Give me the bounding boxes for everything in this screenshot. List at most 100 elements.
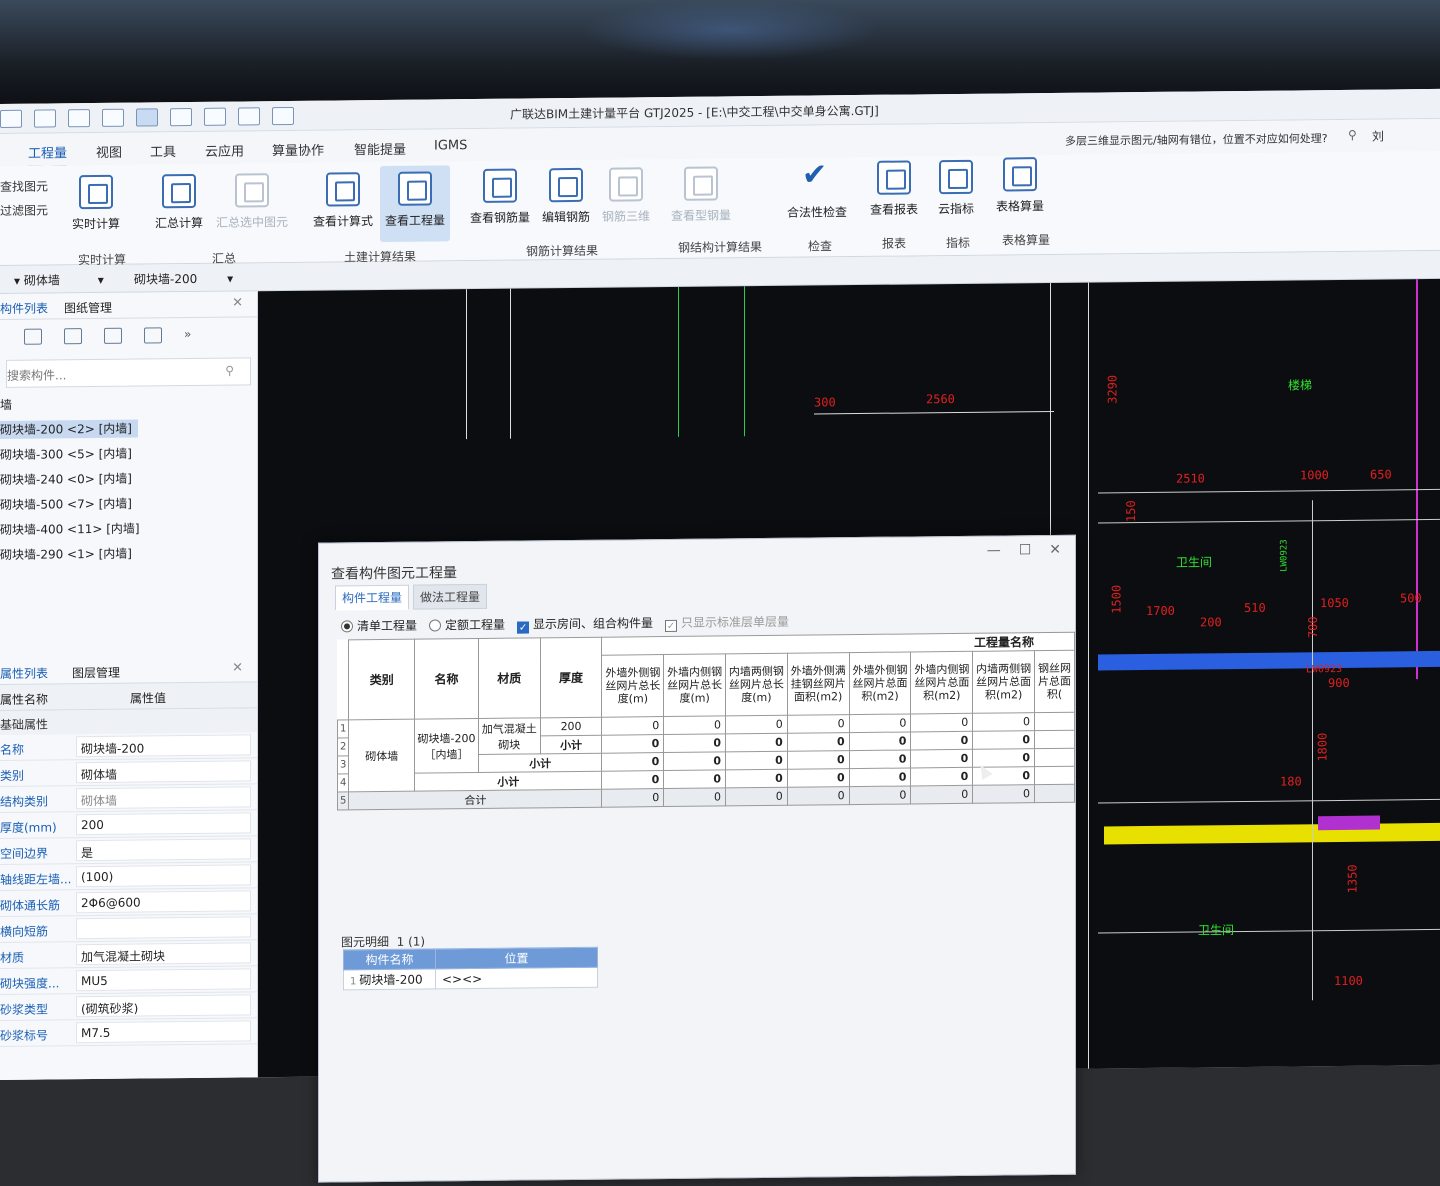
menu-smart[interactable]: 智能提量 xyxy=(354,139,406,159)
tab-drawings[interactable]: 图纸管理 xyxy=(64,299,112,317)
property-header: 属性名称 属性值 xyxy=(0,682,257,711)
help-question[interactable]: 多层三维显示图元/轴网有错位，位置不对应如何处理? xyxy=(1065,130,1328,149)
left-panel: 构件列表 图纸管理 ✕ » 搜索构件... ⚲ 墙 砌块墙-200 <2> [内墙… xyxy=(0,291,258,1081)
dim-label: 180 xyxy=(1280,774,1302,789)
undo-icon[interactable] xyxy=(0,109,22,128)
property-value[interactable]: 2Φ6@600 xyxy=(76,890,251,914)
sum-calc-button[interactable]: 汇总计算 xyxy=(148,173,210,232)
menu-cloud[interactable]: 云应用 xyxy=(205,140,244,159)
user-name[interactable]: 刘 xyxy=(1372,128,1384,145)
list-item[interactable]: 砌块墙-290 <1> [内墙] xyxy=(0,539,257,567)
tree-group[interactable]: 墙 xyxy=(0,389,257,417)
component-icon[interactable] xyxy=(170,107,192,127)
radio-quota-qty[interactable]: 定额工程量 xyxy=(429,616,505,635)
rebar-qty-icon xyxy=(483,168,517,203)
select-icon[interactable] xyxy=(68,109,90,128)
list-item[interactable]: 砌块墙-200 <2> [内墙] xyxy=(0,414,257,442)
property-row: 材质 加气混凝土砌块 xyxy=(0,940,257,969)
more-icon[interactable]: » xyxy=(184,327,191,354)
dim-label: 1700 xyxy=(1146,603,1175,618)
minimize-icon[interactable]: — xyxy=(987,543,1001,559)
table-row[interactable]: 1 砌块墙-200 <><> xyxy=(343,967,598,990)
table-calc-button[interactable]: 表格算量 xyxy=(992,157,1048,215)
legality-check-button[interactable]: 合法性检查 xyxy=(784,163,850,221)
dim-label: 150 xyxy=(1123,500,1138,523)
rebar-icon[interactable] xyxy=(238,107,260,126)
layer-icon[interactable] xyxy=(102,108,124,127)
dim-label: 1050 xyxy=(1320,595,1349,611)
tab-layers[interactable]: 图层管理 xyxy=(72,664,120,682)
view-report-button[interactable]: 查看报表 xyxy=(866,160,922,218)
radio-list-qty[interactable]: 清单工程量 xyxy=(341,617,417,636)
col-qty: 内墙两侧钢丝网片总面积(m2) xyxy=(972,650,1035,714)
property-value[interactable]: M7.5 xyxy=(76,1020,251,1044)
property-row: 结构类别 砌体墙 xyxy=(0,784,257,813)
grid-icon[interactable] xyxy=(136,108,158,127)
view-steel-button[interactable]: 查看型钢量 xyxy=(668,166,734,224)
close-icon[interactable]: ✕ xyxy=(1049,542,1061,558)
export-icon[interactable] xyxy=(272,106,294,126)
maximize-icon[interactable]: ☐ xyxy=(1019,542,1032,558)
duplicate-icon[interactable] xyxy=(104,327,122,344)
view-rebar-button[interactable]: 查看钢筋量 xyxy=(466,168,534,226)
cloud-index-button[interactable]: 云指标 xyxy=(934,159,978,217)
col-category: 类别 xyxy=(348,639,415,720)
realtime-calc-button[interactable]: 实时计算 xyxy=(66,174,126,233)
copy-icon[interactable] xyxy=(24,328,42,345)
col-qty: 外墙内侧钢丝网片总面积(m2) xyxy=(910,651,973,714)
redo-icon[interactable] xyxy=(34,109,56,128)
property-value[interactable]: 砌体墙 xyxy=(76,760,251,784)
component-select[interactable]: 砌块墙-200 ▾ xyxy=(134,270,233,288)
checkbox-show-room[interactable]: ✓ 显示房间、组合构件量 xyxy=(517,614,653,634)
tab-component-list[interactable]: 构件列表 xyxy=(0,299,48,317)
menu-quantity[interactable]: 工程量 xyxy=(28,142,68,168)
view-formula-button[interactable]: 查看计算式 xyxy=(308,172,378,230)
view-quantity-button[interactable]: 查看工程量 xyxy=(380,165,450,243)
property-value[interactable]: 加气混凝土砌块 xyxy=(76,942,251,966)
property-row: 厚度(mm) 200 xyxy=(0,810,257,839)
property-value[interactable]: 砌块墙-200 xyxy=(76,734,251,758)
list-item[interactable]: 砌块墙-300 <5> [内墙] xyxy=(0,439,257,467)
tab-method-qty[interactable]: 做法工程量 xyxy=(413,583,488,610)
property-row: 砂浆类型 (砌筑砂浆) xyxy=(0,992,257,1021)
filter-element-link[interactable]: 过滤图元 xyxy=(0,201,48,219)
edit-rebar-button[interactable]: 编辑钢筋 xyxy=(538,167,594,226)
menu-igms[interactable]: IGMS xyxy=(434,138,467,153)
category-select[interactable]: ▾ 砌体墙 ▾ xyxy=(14,271,104,289)
menu-tools[interactable]: 工具 xyxy=(150,141,176,160)
component-panel-tabs: 构件列表 图纸管理 ✕ xyxy=(0,291,257,320)
draw-icon[interactable] xyxy=(204,107,226,126)
close-icon[interactable]: ✕ xyxy=(232,660,243,675)
filter-icon[interactable] xyxy=(144,327,162,344)
delete-icon[interactable] xyxy=(64,328,82,345)
detail-table: 构件名称 位置 1 砌块墙-200 <><> xyxy=(343,947,598,991)
search-icon[interactable]: ⚲ xyxy=(1348,128,1357,142)
menu-collab[interactable]: 算量协作 xyxy=(272,140,324,160)
list-item[interactable]: 砌块墙-500 <7> [内墙] xyxy=(0,489,257,517)
property-value[interactable]: 200 xyxy=(76,812,251,836)
tab-properties[interactable]: 属性列表 xyxy=(0,664,48,682)
background-window-glow xyxy=(580,0,880,60)
property-value[interactable]: (砌筑砂浆) xyxy=(76,994,251,1018)
find-element-link[interactable]: 查找图元 xyxy=(0,177,48,195)
close-icon[interactable]: ✕ xyxy=(232,295,243,310)
col-component-name: 构件名称 xyxy=(343,948,436,970)
col-qty: 外墙外侧钢丝网片总面积(m2) xyxy=(849,651,911,715)
checkbox-std-floor[interactable]: ✓ 只显示标准层单层量 xyxy=(665,613,789,633)
cloud-icon xyxy=(939,159,973,195)
property-value[interactable]: 是 xyxy=(76,838,251,862)
list-item[interactable]: 砌块墙-400 <11> [内墙] xyxy=(0,514,257,542)
property-value[interactable]: MU5 xyxy=(76,968,251,992)
component-search[interactable]: 搜索构件... ⚲ xyxy=(6,357,251,388)
property-value[interactable] xyxy=(76,916,251,940)
rebar-3d-button[interactable]: 钢筋三维 xyxy=(598,167,654,225)
sigma-icon xyxy=(162,173,196,209)
col-thickness: 厚度 xyxy=(540,637,602,718)
cad-line xyxy=(814,410,1054,415)
property-value[interactable]: (100) xyxy=(76,864,251,888)
sum-selected-button[interactable]: 汇总选中图元 xyxy=(212,173,292,231)
list-item[interactable]: 砌块墙-240 <0> [内墙] xyxy=(0,464,257,492)
tab-component-qty[interactable]: 构件工程量 xyxy=(335,584,410,611)
menu-view[interactable]: 视图 xyxy=(96,142,122,161)
cad-line xyxy=(1098,518,1440,524)
